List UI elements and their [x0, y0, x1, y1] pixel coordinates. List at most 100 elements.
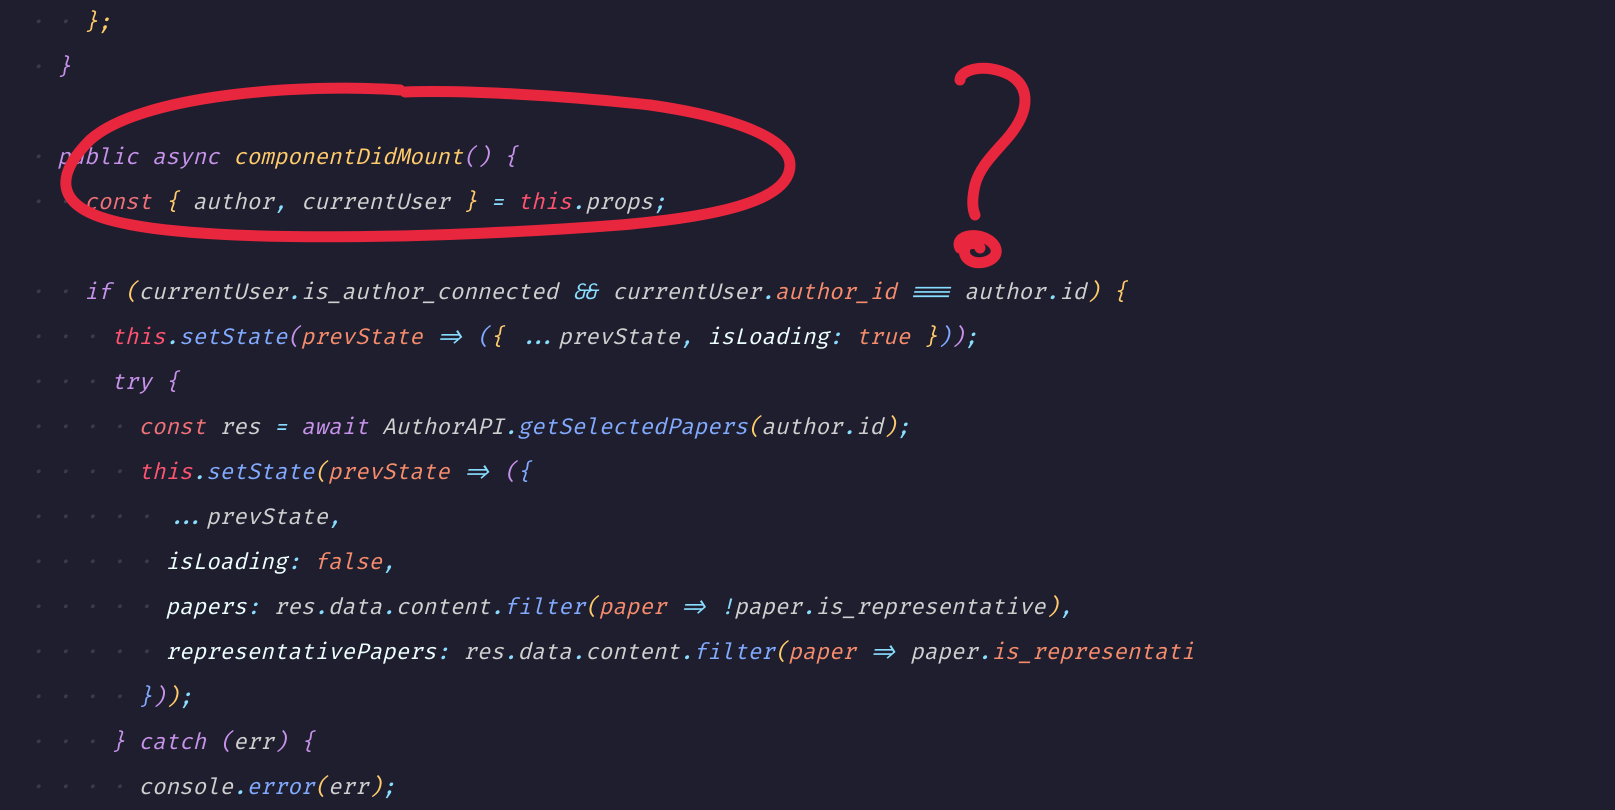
- code-line[interactable]: [30, 90, 1615, 135]
- paren-open: (: [775, 630, 789, 675]
- variable: res: [274, 585, 315, 630]
- method-call: setState: [206, 450, 314, 495]
- equals: =: [490, 180, 504, 225]
- paren-open: (: [125, 270, 139, 315]
- arrow: =>: [680, 585, 707, 630]
- dot: .: [165, 315, 179, 360]
- brace-close: }: [463, 180, 477, 225]
- parameter: prevState: [301, 315, 423, 360]
- code-line[interactable]: · · · · }));: [30, 675, 1615, 720]
- brace-open: {: [165, 360, 179, 405]
- code-line[interactable]: · · };: [30, 0, 1615, 45]
- parameter: paper: [599, 585, 667, 630]
- code-line[interactable]: · · · · const res = await AuthorAPI.getS…: [30, 405, 1615, 450]
- variable: author: [964, 270, 1045, 315]
- code-line[interactable]: · · · · · isLoading: false,: [30, 540, 1615, 585]
- code-line[interactable]: · · · } catch (err) {: [30, 720, 1615, 765]
- keyword-await: await: [301, 405, 369, 450]
- spread: ...: [517, 315, 558, 360]
- brace-open: {: [517, 450, 531, 495]
- variable: prevState: [206, 495, 328, 540]
- code-line[interactable]: · · · try {: [30, 360, 1615, 405]
- equals: =: [274, 405, 288, 450]
- paren-close: ): [274, 720, 288, 765]
- property: is_representative: [815, 585, 1045, 630]
- paren-open: (: [314, 765, 328, 810]
- brace-close: }: [138, 675, 152, 720]
- method-call: filter: [693, 630, 774, 675]
- method-name: componentDidMount: [233, 135, 463, 180]
- dot: .: [192, 450, 206, 495]
- comma: ,: [382, 540, 396, 585]
- variable: res: [220, 405, 261, 450]
- paren-open: (: [314, 450, 328, 495]
- semicolon: ;: [897, 405, 911, 450]
- code-line[interactable]: · · const { author, currentUser } = this…: [30, 180, 1615, 225]
- paren-close: ): [152, 675, 166, 720]
- argument: author: [761, 405, 842, 450]
- brace-open: {: [504, 135, 518, 180]
- code-editor[interactable]: · · }; · } · public async componentDidMo…: [0, 0, 1615, 810]
- boolean: false: [314, 540, 382, 585]
- code-line[interactable]: · · · · this.setState(prevState => ({: [30, 450, 1615, 495]
- arrow: =>: [870, 630, 897, 675]
- object: AuthorAPI: [382, 405, 504, 450]
- code-line[interactable]: · · · · · representativePapers: res.data…: [30, 630, 1615, 675]
- dot: .: [761, 270, 775, 315]
- keyword-const: const: [138, 405, 206, 450]
- not-operator: !: [721, 585, 735, 630]
- paren-close: ): [165, 675, 179, 720]
- colon: :: [247, 585, 261, 630]
- keyword-async: async: [152, 135, 220, 180]
- dot: .: [490, 585, 504, 630]
- semicolon: ;: [382, 765, 396, 810]
- code-line[interactable]: · public async componentDidMount() {: [30, 135, 1615, 180]
- code-line[interactable]: · · · this.setState(prevState => ({ ...p…: [30, 315, 1615, 360]
- dot: .: [1046, 270, 1060, 315]
- code-line[interactable]: [30, 225, 1615, 270]
- dot: .: [680, 630, 694, 675]
- paren-open: (: [220, 720, 234, 765]
- property: data: [328, 585, 382, 630]
- variable: prevState: [558, 315, 680, 360]
- parameter: paper: [788, 630, 856, 675]
- paren-close: ): [369, 765, 383, 810]
- keyword-this: this: [111, 315, 165, 360]
- paren-close: ): [951, 315, 965, 360]
- variable: paper: [734, 585, 802, 630]
- code-line[interactable]: · · · · · ...prevState,: [30, 495, 1615, 540]
- comma: ,: [680, 315, 694, 360]
- property: content: [396, 585, 491, 630]
- property: is_representati: [991, 630, 1194, 675]
- code-line[interactable]: · · · · · papers: res.data.content.filte…: [30, 585, 1615, 630]
- code-line[interactable]: · · if (currentUser.is_author_connected …: [30, 270, 1615, 315]
- property: props: [585, 180, 653, 225]
- method-call: filter: [504, 585, 585, 630]
- brace-close: }: [924, 315, 938, 360]
- keyword-catch: catch: [138, 720, 206, 765]
- method-call: setState: [179, 315, 287, 360]
- semicolon: ;: [653, 180, 667, 225]
- variable: author: [193, 180, 274, 225]
- code-line[interactable]: · }: [30, 45, 1615, 90]
- dot: .: [382, 585, 396, 630]
- dot: .: [572, 630, 586, 675]
- property: representativePapers: [165, 630, 436, 675]
- dot: .: [504, 405, 518, 450]
- brace-close: }: [111, 720, 125, 765]
- keyword-if: if: [84, 270, 111, 315]
- code-line[interactable]: · · · · console.error(err);: [30, 765, 1615, 810]
- property: author_id: [775, 270, 897, 315]
- property: is_author_connected: [301, 270, 558, 315]
- parameter: prevState: [328, 450, 450, 495]
- brace-open: {: [165, 180, 179, 225]
- keyword-this: this: [138, 450, 192, 495]
- dot: .: [233, 765, 247, 810]
- keyword-try: try: [111, 360, 152, 405]
- dot: .: [978, 630, 992, 675]
- brace-close: };: [84, 0, 111, 45]
- property: papers: [165, 585, 246, 630]
- comma: ,: [1059, 585, 1073, 630]
- dot: .: [314, 585, 328, 630]
- keyword-const: const: [84, 180, 152, 225]
